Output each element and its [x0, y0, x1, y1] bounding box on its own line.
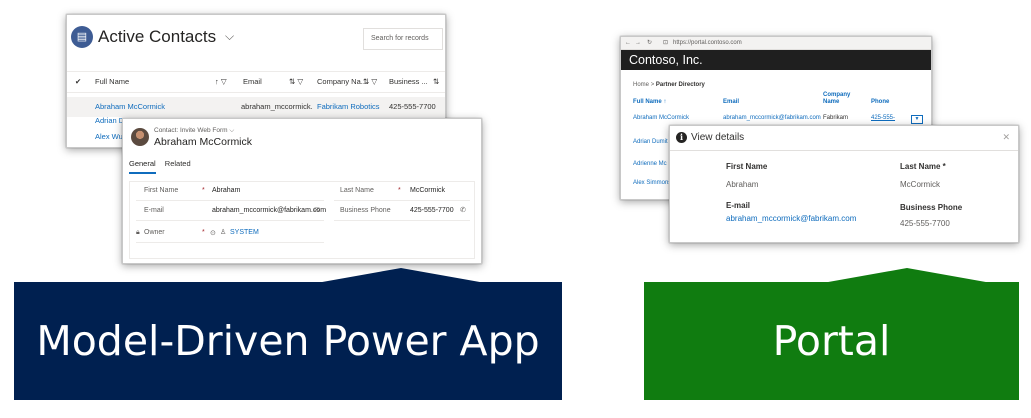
sort-icon[interactable]: ⇅ ▽	[363, 72, 377, 92]
full-name-cell[interactable]: Alex Simmons	[633, 180, 671, 186]
email-icon[interactable]: ✉	[314, 206, 320, 214]
business-phone-label: Business Phone	[340, 207, 391, 214]
browser-toolbar: ← → ↻ ⊡ https://portal.contoso.com	[621, 37, 931, 50]
refresh-icon[interactable]: ↻	[647, 37, 652, 49]
email-link[interactable]: abraham_mccormick@fabrikam.com	[726, 214, 856, 223]
phone-icon[interactable]: ✆	[460, 206, 466, 214]
email-cell[interactable]: abraham_mccormick@fabrikam.com	[723, 115, 821, 121]
phone-cell[interactable]: 425-555-	[871, 115, 895, 121]
business-phone-value: 425-555-7700	[900, 219, 950, 228]
lock-icon: ⊡	[663, 40, 669, 46]
last-name-value: McCormick	[900, 180, 940, 189]
site-title[interactable]: Contoso, Inc.	[621, 50, 931, 70]
last-name-field[interactable]: McCormick	[410, 187, 445, 194]
required-indicator: *	[202, 229, 205, 236]
required-indicator: *	[202, 187, 205, 194]
company-cell: Fabrikam	[823, 115, 849, 121]
user-icon: ♙	[220, 229, 227, 236]
modal-header: i View details ✕	[670, 126, 1018, 151]
last-name-label: Last Name *	[900, 162, 946, 171]
column-header-email[interactable]: Email	[243, 72, 262, 92]
column-header-full-name[interactable]: Full Name ↑	[633, 99, 666, 106]
first-name-label: First Name	[726, 162, 768, 171]
column-header-phone[interactable]: Phone	[871, 99, 889, 106]
column-header-email[interactable]: Email	[723, 99, 739, 106]
caption-portal: Portal	[644, 282, 1019, 400]
first-name-field[interactable]: Abraham	[212, 187, 240, 194]
breadcrumb-current: Partner Directory	[655, 82, 705, 88]
email-field[interactable]: abraham_mccormick@fabrikam.com	[212, 207, 326, 214]
chevron-down-icon[interactable]: ⌵	[225, 29, 234, 44]
avatar	[131, 128, 149, 146]
close-icon[interactable]: ✕	[1002, 132, 1010, 143]
divider	[334, 220, 470, 221]
select-all-checkmark-icon[interactable]: ✔	[75, 72, 81, 92]
divider	[334, 200, 470, 201]
first-name-label: First Name	[144, 187, 179, 194]
email-label: E-mail	[726, 201, 751, 210]
divider	[136, 200, 324, 201]
full-name-cell[interactable]: Adrienne Mc	[633, 161, 667, 167]
last-name-label: Last Name	[340, 187, 374, 194]
owner-lookup[interactable]: SYSTEM	[230, 229, 259, 236]
info-icon: i	[676, 132, 687, 143]
column-header-business-phone[interactable]: Business ...	[389, 72, 428, 92]
breadcrumb: Home > Partner Directory	[633, 82, 705, 88]
breadcrumb-home[interactable]: Home	[633, 82, 649, 88]
forward-icon[interactable]: →	[635, 37, 641, 49]
chevron-down-icon[interactable]: ⌵	[229, 127, 234, 134]
divider	[136, 220, 324, 221]
lock-icon: 🔒︎	[136, 229, 140, 236]
record-title: Abraham McCormick	[154, 136, 253, 148]
list-header: ▤ Active Contacts ⌵ Search for records	[67, 15, 445, 61]
form-selector[interactable]: Contact: Invite Web Form ⌵	[154, 127, 234, 135]
caption-model-driven: Model-Driven Power App	[14, 282, 562, 400]
back-icon[interactable]: ←	[625, 37, 631, 49]
view-details-modal: i View details ✕ First Name Abraham Last…	[669, 125, 1019, 243]
view-title[interactable]: Active Contacts	[98, 27, 216, 47]
row-actions-dropdown-icon[interactable]: ▼	[911, 115, 923, 124]
modal-title: View details	[691, 132, 745, 143]
business-phone-field[interactable]: 425-555-7700	[410, 207, 454, 214]
required-indicator: *	[398, 187, 401, 194]
email-label: E-mail	[144, 207, 164, 214]
sort-icon[interactable]: ⇅ ▽	[289, 72, 303, 92]
form-name: Contact: Invite Web Form	[154, 127, 228, 134]
column-header-full-name[interactable]: Full Name	[95, 72, 129, 92]
sort-icon[interactable]: ⇅	[433, 72, 439, 92]
record-icon: ⊙	[210, 230, 216, 237]
business-phone-label: Business Phone	[900, 203, 963, 212]
search-input[interactable]: Search for records	[363, 28, 443, 50]
divider	[136, 242, 324, 243]
full-name-cell[interactable]: Adrian Dumit	[633, 139, 668, 145]
form-section-general: First Name * Abraham Last Name * McCormi…	[129, 181, 475, 259]
sort-ascending-icon[interactable]: ↑ ▽	[215, 72, 227, 92]
model-driven-form-window: Contact: Invite Web Form ⌵ Abraham McCor…	[122, 118, 482, 264]
column-header-company[interactable]: Company Name	[823, 92, 853, 106]
full-name-cell[interactable]: Abraham McCormick	[633, 115, 689, 121]
tab-related[interactable]: Related	[165, 159, 191, 172]
first-name-value: Abraham	[726, 180, 759, 189]
column-headers: ✔ Full Name ↑ ▽ Email ⇅ ▽ Company Na... …	[67, 71, 445, 93]
form-tabs: General Related	[129, 159, 198, 174]
owner-label: Owner	[144, 229, 165, 236]
contact-entity-icon: ▤	[71, 26, 93, 48]
column-header-company[interactable]: Company Na...	[317, 72, 367, 92]
full-name-cell[interactable]: Alex Wu	[95, 127, 125, 147]
tab-general[interactable]: General	[129, 159, 156, 174]
address-bar[interactable]: https://portal.contoso.com	[673, 37, 742, 49]
